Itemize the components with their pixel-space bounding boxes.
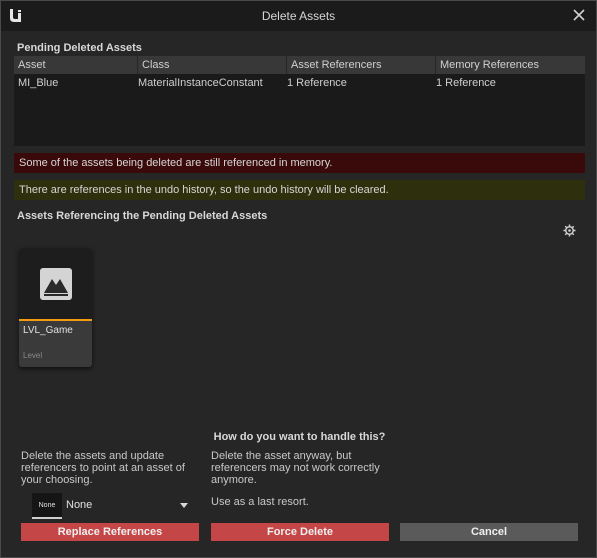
cell-asset-referencers: 1 Reference	[287, 77, 347, 89]
column-header-asset-referencers[interactable]: Asset Referencers	[287, 56, 436, 74]
table-header: Asset Class Asset Referencers Memory Ref…	[14, 56, 585, 74]
title-bar[interactable]: Delete Assets	[1, 1, 596, 31]
cell-asset: MI_Blue	[18, 77, 59, 89]
referencing-asset-tile[interactable]: LVL_Game Level	[19, 248, 92, 367]
replacement-asset-value: None	[66, 499, 93, 511]
handle-question: How do you want to handle this?	[213, 431, 386, 443]
replacement-asset-thumbnail: None	[32, 493, 62, 519]
undo-history-warning-banner: There are references in the undo history…	[14, 180, 585, 200]
force-description: Delete the asset anyway, but referencers…	[211, 450, 380, 486]
table-row[interactable]: MI_Blue MaterialInstanceConstant 1 Refer…	[14, 74, 585, 92]
force-note: Use as a last resort.	[211, 496, 309, 508]
cancel-button[interactable]: Cancel	[400, 523, 578, 541]
delete-assets-dialog: Delete Assets Pending Deleted Assets Ass…	[0, 0, 597, 558]
pending-deleted-heading: Pending Deleted Assets	[17, 42, 142, 54]
referencing-assets-heading: Assets Referencing the Pending Deleted A…	[17, 210, 268, 222]
asset-type: Level	[23, 351, 43, 360]
window-title: Delete Assets	[261, 9, 336, 23]
close-icon[interactable]	[572, 8, 586, 22]
column-header-asset[interactable]: Asset	[14, 56, 138, 74]
memory-reference-error-banner: Some of the assets being deleted are sti…	[14, 153, 585, 173]
force-delete-button[interactable]: Force Delete	[211, 523, 389, 541]
settings-gear-icon[interactable]	[563, 224, 576, 237]
pending-deleted-table: Asset Class Asset Referencers Memory Ref…	[14, 56, 585, 146]
replace-references-button[interactable]: Replace References	[21, 523, 199, 541]
asset-name: LVL_Game	[23, 325, 73, 336]
replacement-asset-picker[interactable]: None None	[32, 493, 192, 519]
level-asset-icon	[40, 268, 72, 300]
column-header-memory-references[interactable]: Memory References	[436, 56, 585, 74]
cell-class: MaterialInstanceConstant	[138, 77, 263, 89]
asset-type-accent-bar	[19, 319, 92, 321]
asset-thumbnail	[19, 248, 92, 319]
cell-memory-references: 1 Reference	[436, 77, 496, 89]
column-header-class[interactable]: Class	[138, 56, 287, 74]
replace-description: Delete the assets and update referencers…	[21, 450, 185, 486]
chevron-down-icon	[180, 503, 188, 508]
